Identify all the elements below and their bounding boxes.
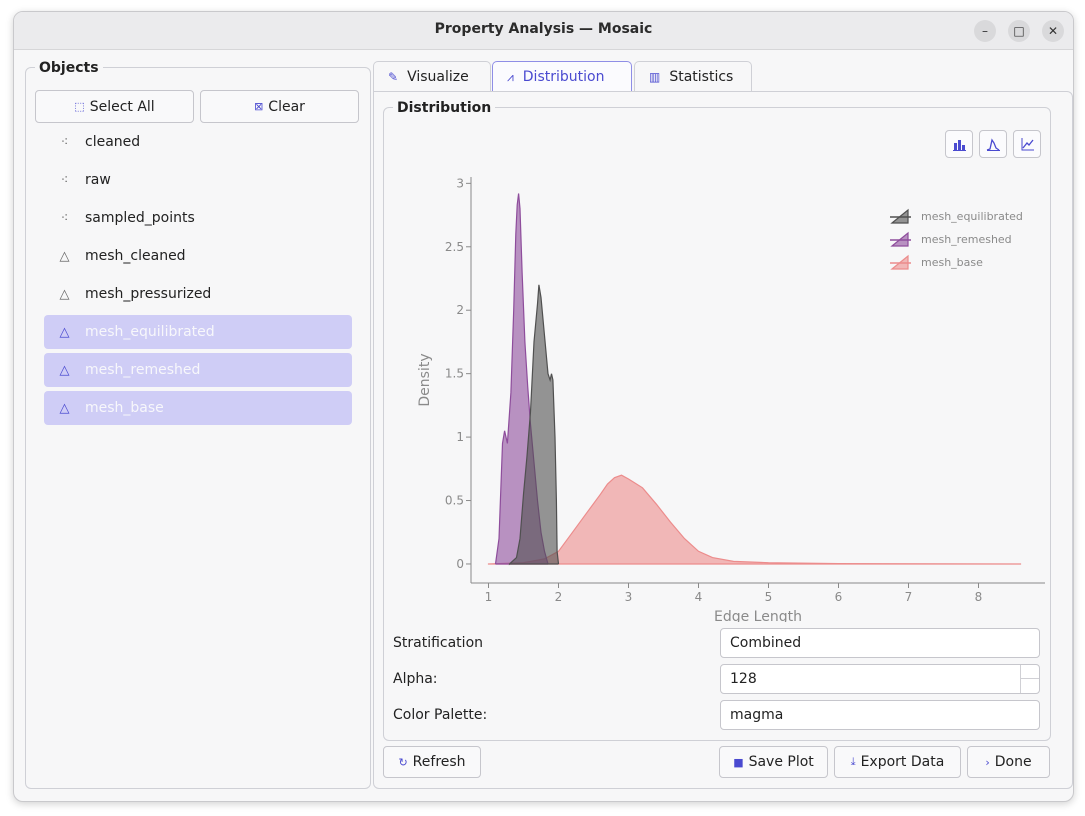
histogram-icon xyxy=(953,140,966,151)
tab-distribution[interactable]: ⩘ Distribution xyxy=(492,61,632,92)
x-tick-label: 8 xyxy=(975,590,983,604)
triangle-mesh-icon: △ xyxy=(59,324,70,340)
close-button[interactable]: ✕ xyxy=(1042,20,1064,42)
refresh-button[interactable]: ↻ Refresh xyxy=(383,746,481,778)
alpha-value: 128 xyxy=(730,671,757,687)
list-item-label: mesh_equilibrated xyxy=(85,324,215,340)
select-all-icon: ⬚ xyxy=(74,100,85,113)
clear-selection-icon: ⊠ xyxy=(254,100,264,113)
maximize-icon: □ xyxy=(1013,24,1025,38)
export-data-label: Export Data xyxy=(860,754,945,770)
x-tick-label: 1 xyxy=(485,590,493,604)
minimize-icon: – xyxy=(982,24,988,38)
list-item-label: mesh_pressurized xyxy=(85,286,212,302)
clear-label: Clear xyxy=(268,98,305,115)
maximize-button[interactable]: □ xyxy=(1008,20,1030,42)
close-icon: ✕ xyxy=(1047,24,1059,38)
triangle-mesh-icon: △ xyxy=(59,286,70,302)
select-all-button[interactable]: ⬚ Select All xyxy=(35,90,194,123)
list-item-label: mesh_remeshed xyxy=(85,362,201,378)
main-window: Property Analysis — Mosaic – □ ✕ Objects… xyxy=(13,11,1074,802)
y-tick-label: 0 xyxy=(456,557,464,571)
y-tick-label: 2.5 xyxy=(445,240,464,254)
tab-visualize[interactable]: ✎ Visualize xyxy=(373,61,491,92)
tab-statistics[interactable]: ▥ Statistics xyxy=(634,61,752,92)
refresh-label: Refresh xyxy=(412,754,466,770)
density-button[interactable] xyxy=(979,130,1007,158)
tab-visualize-label: Visualize xyxy=(407,69,469,85)
list-item[interactable]: ⁖ cleaned xyxy=(44,125,352,159)
list-item-label: mesh_base xyxy=(85,400,164,416)
legend-label: mesh_equilibrated xyxy=(921,210,1023,223)
distribution-icon: ⩘ xyxy=(507,69,514,84)
list-item[interactable]: △ mesh_base xyxy=(44,391,352,425)
select-all-label: Select All xyxy=(89,98,155,115)
y-tick-label: 2 xyxy=(456,303,464,317)
x-tick-label: 5 xyxy=(765,590,773,604)
export-data-button[interactable]: ⤓ Export Data xyxy=(834,746,961,778)
x-tick-label: 2 xyxy=(555,590,563,604)
list-item-label: cleaned xyxy=(85,134,141,150)
y-tick-label: 1 xyxy=(456,430,464,444)
list-item[interactable]: △ mesh_remeshed xyxy=(44,353,352,387)
stratification-label: Stratification xyxy=(393,635,484,651)
triangle-mesh-icon: △ xyxy=(59,248,70,264)
point-cloud-icon: ⁖ xyxy=(60,134,69,150)
legend-label: mesh_remeshed xyxy=(921,233,1012,246)
line-plot-icon xyxy=(1021,138,1034,151)
minimize-button[interactable]: – xyxy=(974,20,996,42)
x-axis-label: Edge Length xyxy=(714,609,802,622)
histogram-button[interactable] xyxy=(945,130,973,158)
done-label: Done xyxy=(994,754,1032,770)
bar-chart-icon: ▥ xyxy=(649,70,661,84)
title-bar: Property Analysis — Mosaic – □ ✕ xyxy=(14,12,1073,50)
tab-statistics-label: Statistics xyxy=(669,69,734,85)
tab-distribution-label: Distribution xyxy=(522,69,605,85)
point-cloud-icon: ⁖ xyxy=(60,210,69,226)
chevron-right-icon: › xyxy=(985,755,990,769)
density-icon xyxy=(986,138,1000,151)
alpha-label: Alpha: xyxy=(393,671,438,687)
x-tick-label: 3 xyxy=(625,590,633,604)
refresh-icon: ↻ xyxy=(398,755,408,769)
x-tick-label: 4 xyxy=(695,590,703,604)
line-plot-button[interactable] xyxy=(1013,130,1041,158)
list-item[interactable]: △ mesh_cleaned xyxy=(44,239,352,273)
x-tick-label: 6 xyxy=(835,590,843,604)
list-item-label: sampled_points xyxy=(85,210,195,226)
list-item[interactable]: △ mesh_equilibrated xyxy=(44,315,352,349)
save-icon: ■ xyxy=(733,755,744,769)
window-title: Property Analysis — Mosaic xyxy=(434,21,653,37)
point-cloud-icon: ⁖ xyxy=(60,172,69,188)
download-icon: ⤓ xyxy=(850,755,856,768)
color-palette-select[interactable]: magma xyxy=(720,700,1040,730)
alpha-increment[interactable] xyxy=(1021,665,1039,679)
list-item[interactable]: ⁖ raw xyxy=(44,163,352,197)
brush-icon: ✎ xyxy=(388,70,399,84)
list-item-label: mesh_cleaned xyxy=(85,248,186,264)
distribution-chart: 1 2 3 4 5 6 7 8 0 0.5 1 1.5 2 2.5 3 Edge Length Density m… xyxy=(417,176,1045,622)
y-tick-label: 1.5 xyxy=(445,367,464,381)
legend-label: mesh_base xyxy=(921,256,983,269)
clear-button[interactable]: ⊠ Clear xyxy=(200,90,359,123)
stratification-select[interactable]: Combined xyxy=(720,628,1040,658)
save-plot-label: Save Plot xyxy=(748,754,814,770)
x-tick-label: 7 xyxy=(905,590,913,604)
y-tick-label: 3 xyxy=(456,176,464,190)
done-button[interactable]: › Done xyxy=(967,746,1050,778)
color-palette-label: Color Palette: xyxy=(393,707,488,723)
save-plot-button[interactable]: ■ Save Plot xyxy=(719,746,828,778)
triangle-mesh-icon: △ xyxy=(59,400,70,416)
y-tick-label: 0.5 xyxy=(445,494,464,508)
distribution-group-title: Distribution xyxy=(393,100,496,116)
list-item[interactable]: ⁖ sampled_points xyxy=(44,201,352,235)
alpha-spinbox[interactable]: 128 xyxy=(720,664,1040,694)
objects-panel-title: Objects xyxy=(35,60,103,76)
alpha-stepper[interactable] xyxy=(1020,665,1039,693)
list-item-label: raw xyxy=(85,172,111,188)
density-area-mesh_base xyxy=(487,474,1022,565)
list-item[interactable]: △ mesh_pressurized xyxy=(44,277,352,311)
y-axis-label: Density xyxy=(417,353,433,406)
triangle-mesh-icon: △ xyxy=(59,362,70,378)
